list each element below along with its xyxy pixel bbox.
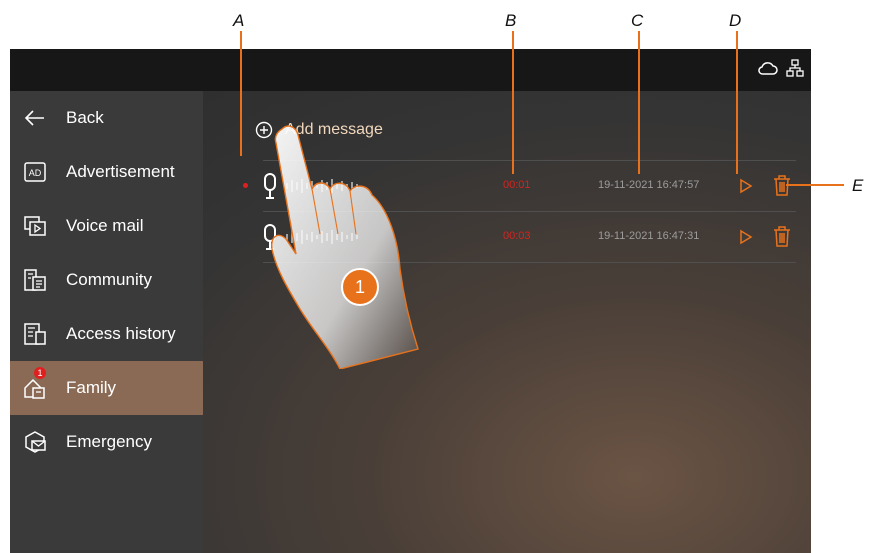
back-button[interactable]: Back: [10, 91, 203, 145]
network-icon: [786, 59, 804, 77]
family-icon: [24, 378, 45, 399]
sidebar-item-voice-mail[interactable]: Voice mail: [10, 199, 203, 253]
message-duration: 00:03: [503, 230, 531, 242]
unread-dot: [243, 183, 248, 188]
sidebar-item-emergency[interactable]: Emergency: [10, 415, 203, 469]
sidebar-item-community[interactable]: Community: [10, 253, 203, 307]
hand-pointer-illustration: [271, 125, 419, 369]
callout-d: D: [729, 11, 742, 30]
arrow-left-icon: [24, 110, 44, 126]
sidebar-item-label: Family: [66, 378, 117, 397]
callout-b: B: [505, 11, 517, 30]
sidebar: Back AD Advertisement Voice mail Communi…: [10, 91, 203, 553]
callout-line-c: [638, 31, 640, 174]
callout-line-a: [240, 31, 242, 156]
sidebar-item-label: Back: [66, 108, 104, 127]
status-bar: [10, 49, 811, 91]
message-duration: 00:01: [503, 179, 531, 191]
sidebar-item-access-history[interactable]: Access history: [10, 307, 203, 361]
cloud-icon: [758, 62, 778, 75]
step-marker: 1: [341, 268, 379, 306]
callout-line-b: [512, 31, 514, 174]
community-icon: [24, 269, 46, 291]
message-timestamp: 19-11-2021 16:47:31: [598, 230, 700, 242]
sidebar-item-label: Voice mail: [66, 216, 144, 235]
play-icon[interactable]: [739, 178, 753, 194]
sidebar-item-label: Emergency: [66, 432, 152, 451]
voicemail-icon: [24, 216, 46, 236]
callout-line-e: [786, 184, 844, 186]
message-timestamp: 19-11-2021 16:47:57: [598, 179, 700, 191]
sidebar-item-label: Community: [66, 270, 152, 289]
emergency-icon: [25, 431, 46, 453]
callout-c: C: [631, 11, 644, 30]
callout-e: E: [852, 176, 864, 195]
device-screen: Back AD Advertisement Voice mail Communi…: [10, 49, 811, 553]
notification-badge: 1: [34, 367, 46, 379]
ad-icon: AD: [24, 162, 46, 182]
sidebar-item-label: Advertisement: [66, 162, 175, 181]
callout-a: A: [233, 11, 245, 30]
trash-icon[interactable]: [773, 226, 791, 247]
play-icon[interactable]: [739, 229, 753, 245]
sidebar-item-family[interactable]: 1 Family: [10, 361, 203, 415]
access-history-icon: [24, 323, 46, 345]
svg-text:AD: AD: [29, 168, 42, 178]
sidebar-item-label: Access history: [66, 324, 176, 343]
callout-line-d: [736, 31, 738, 174]
sidebar-item-advertisement[interactable]: AD Advertisement: [10, 145, 203, 199]
